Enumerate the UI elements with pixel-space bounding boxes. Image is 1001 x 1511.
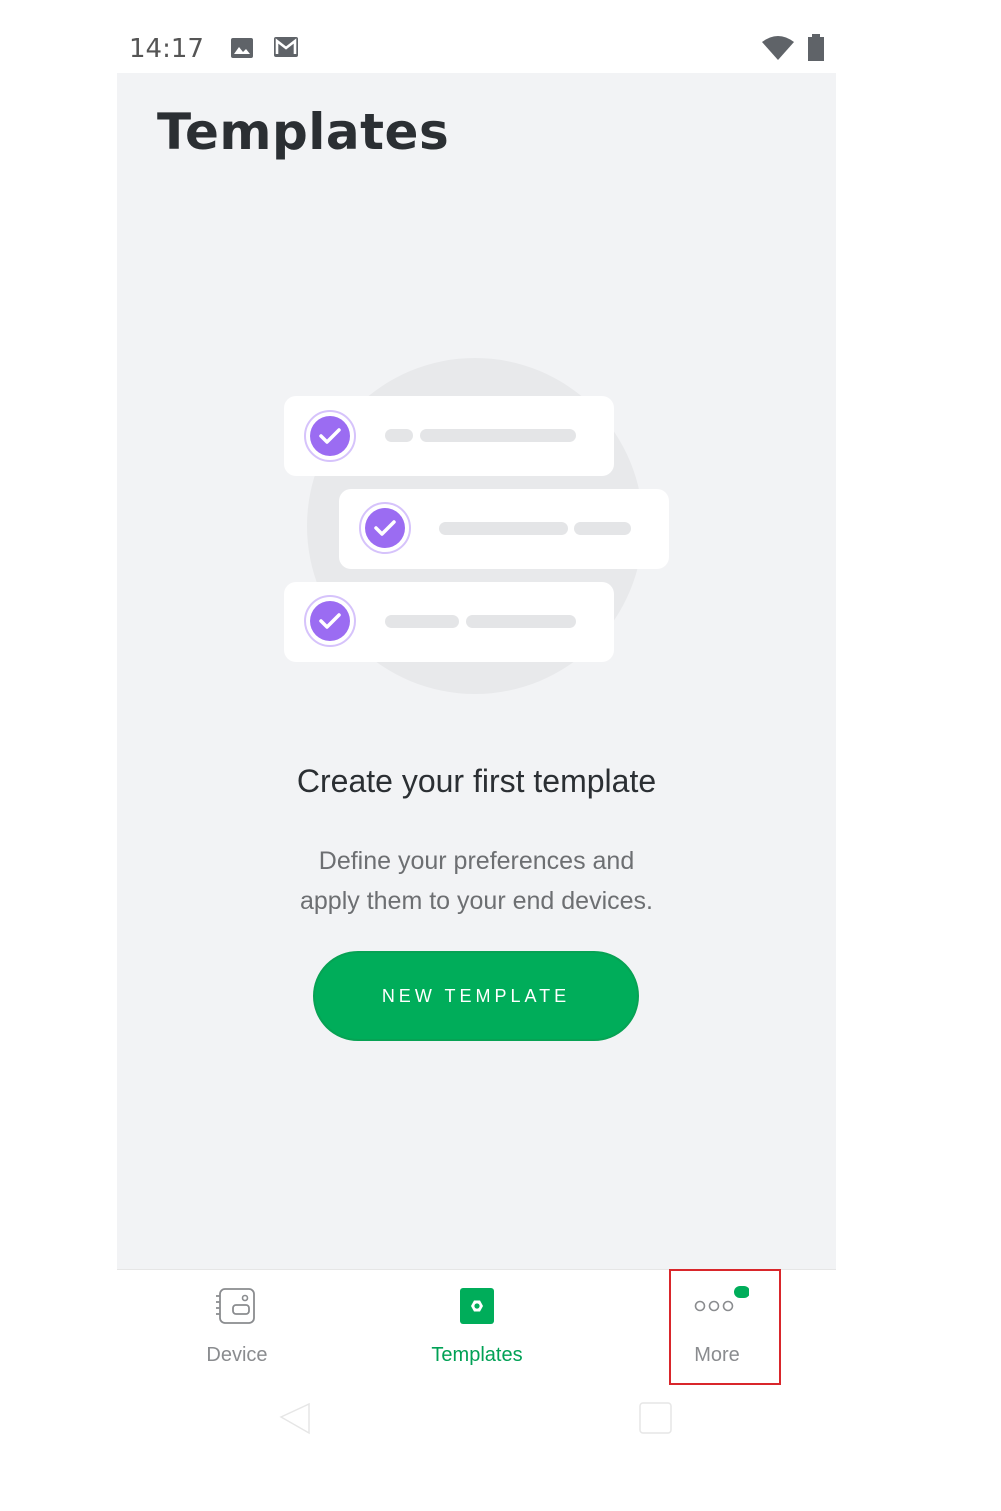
system-nav-bar [0, 1390, 1001, 1450]
battery-icon [807, 34, 825, 67]
empty-state-heading: Create your first template [296, 763, 657, 799]
nav-item-device[interactable]: Device [167, 1270, 307, 1382]
wifi-icon [761, 35, 795, 66]
description-line: Define your preferences and [318, 847, 635, 875]
check-circle-icon [304, 595, 356, 647]
gmail-icon [273, 36, 299, 63]
illustration-card [284, 396, 614, 476]
templates-icon [459, 1286, 495, 1331]
image-icon [230, 36, 254, 65]
check-circle-icon [359, 502, 411, 554]
back-icon[interactable] [279, 1402, 310, 1435]
status-bar: 14:17 [117, 26, 836, 73]
check-circle-icon [304, 410, 356, 462]
nav-label: More [694, 1344, 740, 1366]
more-dots-icon [685, 1286, 750, 1331]
recents-icon[interactable] [639, 1402, 672, 1434]
description-line: apply them to your end devices. [300, 887, 653, 915]
nav-item-more[interactable]: More [647, 1270, 787, 1382]
bottom-nav: Device Templates More [117, 1269, 836, 1385]
templates-screen: Templates Create your first template Def… [117, 73, 836, 1269]
nav-label: Templates [431, 1344, 523, 1366]
illustration-card [339, 489, 669, 569]
new-template-button[interactable]: NEW TEMPLATE [313, 951, 639, 1041]
nav-label: Device [206, 1344, 268, 1366]
templates-illustration [284, 358, 669, 694]
nav-item-templates[interactable]: Templates [407, 1270, 547, 1382]
device-icon [215, 1286, 259, 1331]
notification-dot [734, 1286, 750, 1298]
status-time: 14:17 [129, 34, 204, 64]
empty-state-description: Define your preferences and apply them t… [227, 841, 726, 921]
illustration-card [284, 582, 614, 662]
